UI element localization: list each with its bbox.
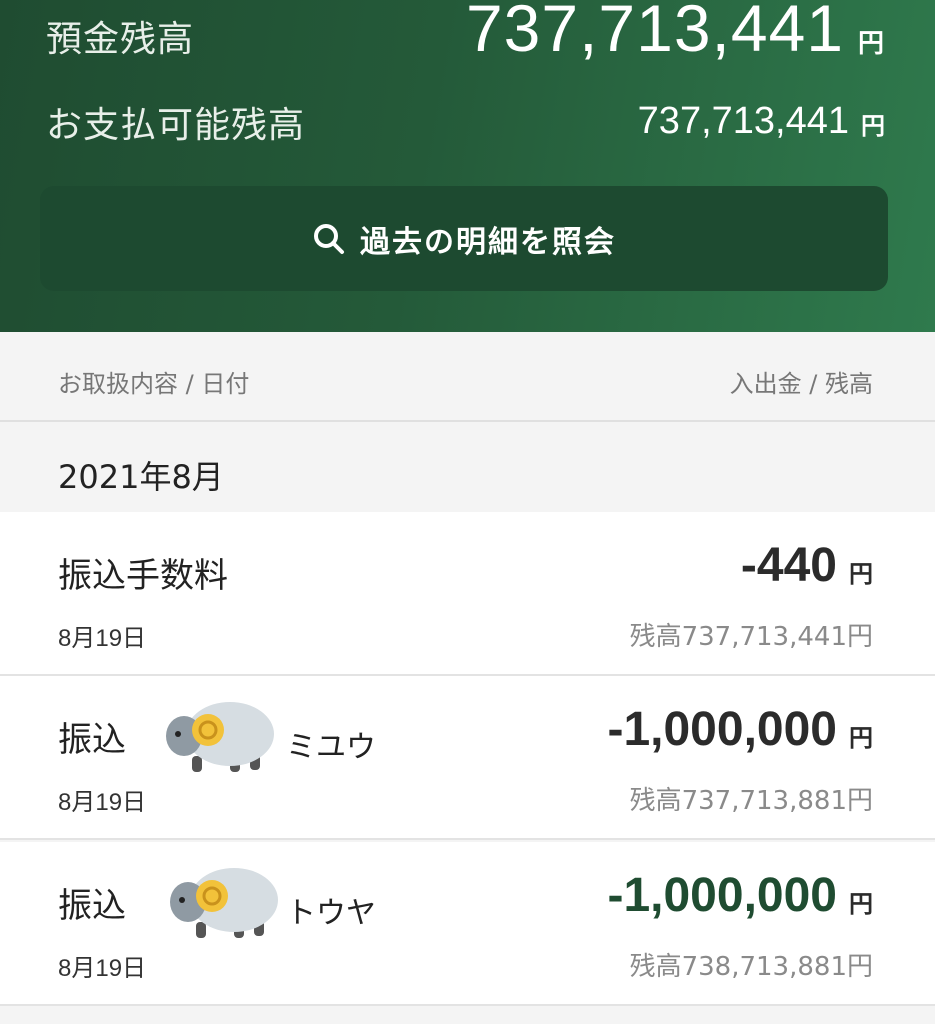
month-label: 2021年8月 xyxy=(58,458,224,496)
month-section-header: 2021年8月 xyxy=(0,422,935,512)
transaction-amount: -1,000,000 円 xyxy=(607,868,873,923)
balance-header: 預金残高 737,713,441 円 お支払可能残高 737,713,441 円… xyxy=(0,0,935,332)
transaction-date: 8月19日 xyxy=(58,955,147,982)
search-icon xyxy=(314,223,344,254)
view-history-label: 過去の明細を照会 xyxy=(360,224,616,260)
transaction-recipient: トウヤ xyxy=(286,896,376,931)
ram-sticker-icon xyxy=(166,702,274,772)
column-header: お取扱内容 / 日付 入出金 / 残高 xyxy=(0,332,935,422)
deposit-balance-value: 737,713,441 xyxy=(465,0,844,65)
column-right-label: 入出金 / 残高 xyxy=(729,370,873,398)
transaction-amount: -440 円 xyxy=(741,538,873,593)
deposit-balance-amount: 737,713,441 円 xyxy=(466,0,885,66)
column-left-label: お取扱内容 / 日付 xyxy=(58,370,250,398)
transaction-row[interactable]: 振込 ミユウ 8月19日 -1,000,000 円 残高737,713,881円 xyxy=(0,676,935,840)
deposit-balance-unit: 円 xyxy=(857,28,885,58)
transaction-title: 振込 xyxy=(58,720,126,760)
transaction-amount-unit: 円 xyxy=(849,561,873,588)
transaction-amount-unit: 円 xyxy=(849,725,873,752)
deposit-balance-label: 預金残高 xyxy=(46,19,195,60)
available-balance-amount: 737,713,441 円 xyxy=(638,100,885,143)
available-balance-unit: 円 xyxy=(861,113,885,140)
transaction-row[interactable]: 振込 トウヤ 8月19日 -1,000,000 円 残高738,713,881円 xyxy=(0,842,935,1006)
transaction-date: 8月19日 xyxy=(58,625,147,652)
transaction-balance: 残高737,713,881円 xyxy=(629,786,873,816)
available-balance-value: 737,713,441 xyxy=(637,100,849,142)
transaction-balance: 残高737,713,441円 xyxy=(629,622,873,652)
transaction-row[interactable]: 振込手数料 8月19日 -440 円 残高737,713,441円 xyxy=(0,512,935,676)
transaction-amount-value: -1,000,000 xyxy=(607,869,837,922)
transaction-amount: -1,000,000 円 xyxy=(607,702,873,757)
transaction-title: 振込 xyxy=(58,886,126,926)
transaction-date: 8月19日 xyxy=(58,789,147,816)
list-footer xyxy=(0,1008,935,1024)
transaction-amount-value: -440 xyxy=(740,539,837,592)
transaction-recipient: ミユウ xyxy=(286,730,376,765)
available-balance-label: お支払可能残高 xyxy=(46,105,306,146)
transaction-balance: 残高738,713,881円 xyxy=(629,952,873,982)
transaction-title: 振込手数料 xyxy=(58,556,228,596)
ram-sticker-icon xyxy=(170,868,278,938)
transaction-amount-unit: 円 xyxy=(849,891,873,918)
view-history-button[interactable]: 過去の明細を照会 xyxy=(40,186,888,291)
transaction-amount-value: -1,000,000 xyxy=(607,703,837,756)
